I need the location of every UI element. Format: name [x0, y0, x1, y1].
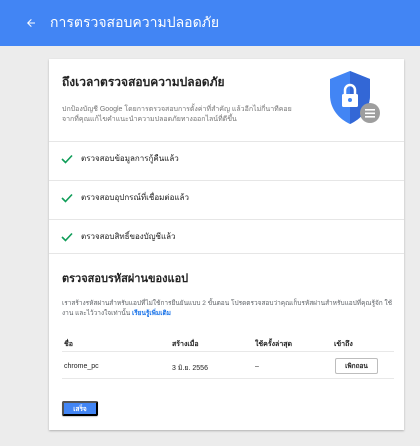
done-button[interactable]: เสร็จ [62, 401, 98, 416]
check-icon [61, 231, 75, 243]
divider [49, 253, 404, 254]
check-row-permissions[interactable]: ตรวจสอบสิทธิ์ของบัญชีแล้ว [49, 219, 404, 253]
created-date: 3 มิ.ย. 2556 [172, 365, 208, 372]
check-row-label: ตรวจสอบข้อมูลการกู้คืนแล้ว [81, 154, 179, 163]
column-header-created: สร้างเมื่อ [172, 341, 199, 348]
app-passwords-section: ตรวจสอบรหัสผ่านของแอป เราสร้างรหัสผ่านสำ… [62, 269, 394, 319]
check-row-recovery[interactable]: ตรวจสอบข้อมูลการกู้คืนแล้ว [49, 141, 404, 175]
check-icon [61, 192, 75, 204]
check-row-label: ตรวจสอบสิทธิ์ของบัญชีแล้ว [81, 232, 176, 241]
app-name: chrome_pc [64, 363, 99, 370]
check-row-label: ตรวจสอบอุปกรณ์ที่เชื่อมต่อแล้ว [81, 193, 189, 202]
revoke-button[interactable]: เพิกถอน [335, 358, 378, 374]
security-checkup-card: ถึงเวลาตรวจสอบความปลอดภัย ปกป้องบัญชี Go… [49, 59, 404, 430]
app-passwords-title: ตรวจสอบรหัสผ่านของแอป [62, 273, 189, 285]
app-bar: การตรวจสอบความปลอดภัย [0, 0, 420, 46]
check-row-devices[interactable]: ตรวจสอบอุปกรณ์ที่เชื่อมต่อแล้ว [49, 180, 404, 214]
check-icon [61, 153, 75, 165]
intro-title: ถึงเวลาตรวจสอบความปลอดภัย [62, 75, 225, 89]
column-header-last-used: ใช้ครั้งล่าสุด [255, 341, 293, 348]
intro-description: ปกป้องบัญชี Google โดยการตรวจสอบการตั้งค… [62, 106, 292, 123]
last-used: – [255, 363, 259, 370]
intro-section: ถึงเวลาตรวจสอบความปลอดภัย ปกป้องบัญชี Go… [62, 72, 298, 125]
column-header-name: ชื่อ [64, 341, 73, 348]
page-title: การตรวจสอบความปลอดภัย [50, 14, 220, 30]
back-arrow-icon[interactable] [14, 0, 48, 46]
app-passwords-description: เราสร้างรหัสผ่านสำหรับแอปที่ไม่ใช้การยืน… [62, 300, 393, 317]
table-row: chrome_pc 3 มิ.ย. 2556 – เพิกถอน [62, 355, 394, 379]
column-header-access: เข้าถึง [334, 341, 353, 348]
learn-more-link[interactable]: เรียนรู้เพิ่มเติม [132, 310, 171, 317]
table-header: ชื่อ สร้างเมื่อ ใช้ครั้งล่าสุด เข้าถึง [62, 334, 394, 352]
security-shield-lock-icon [330, 71, 380, 124]
